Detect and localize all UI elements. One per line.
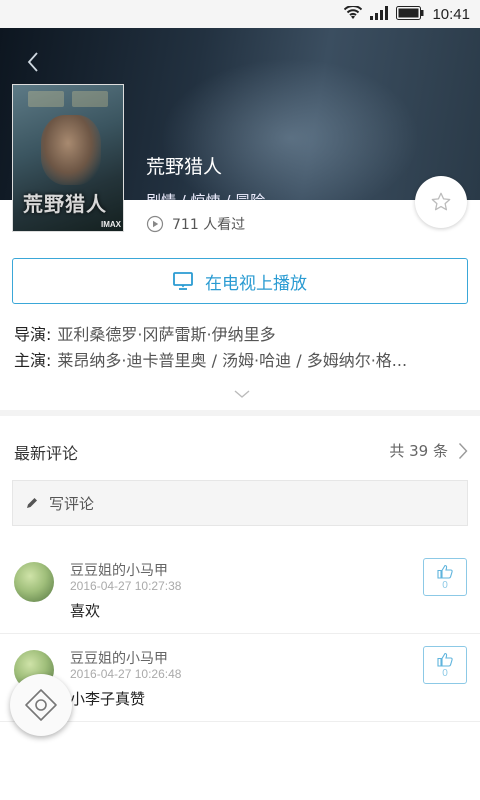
expand-credits-button[interactable] (234, 384, 250, 403)
director-row: 导演: 亚利桑德罗·冈萨雷斯·伊纳里多 (14, 322, 469, 348)
comment-item: 豆豆姐的小马甲 2016-04-27 10:26:48 小李子真赞 0 (0, 634, 480, 722)
award-badge (72, 91, 108, 107)
poster-brand: IMAX (101, 220, 121, 229)
poster-award-badges (13, 91, 123, 107)
comment-date: 2016-04-27 10:26:48 (70, 667, 182, 681)
comments-title: 最新评论 (14, 444, 79, 463)
favorite-button[interactable] (415, 176, 467, 228)
comment-user[interactable]: 豆豆姐的小马甲 (70, 648, 168, 668)
star-icon (431, 192, 451, 211)
comments-count: 共 39 条 (389, 442, 448, 460)
like-button[interactable]: 0 (423, 646, 467, 684)
poster-face (41, 115, 101, 185)
watch-count: 711 人看过 (172, 217, 246, 233)
write-comment-label: 写评论 (49, 494, 95, 513)
director-name: 亚利桑德罗·冈萨雷斯·伊纳里多 (57, 325, 276, 344)
movie-title: 荒野猎人 (146, 156, 223, 178)
play-on-tv-label: 在电视上播放 (205, 273, 307, 294)
credits-section: 导演: 亚利桑德罗·冈萨雷斯·伊纳里多 主演: 莱昂纳多·迪卡普里奥 / 汤姆·哈迪… (14, 322, 469, 374)
cast-row: 主演: 莱昂纳多·迪卡普里奥 / 汤姆·哈迪 / 多姆纳尔·格... (14, 348, 469, 374)
all-comments-link[interactable]: 共 39 条 (389, 440, 468, 461)
status-time: 10:41 (432, 5, 470, 23)
battery-icon (396, 5, 424, 24)
wifi-icon (344, 4, 363, 24)
like-count: 0 (442, 667, 448, 679)
comment-text: 小李子真赞 (70, 690, 146, 708)
cast-label: 主演: (14, 351, 52, 370)
status-bar: 10:41 (0, 0, 480, 28)
comment-user[interactable]: 豆豆姐的小马甲 (70, 560, 168, 580)
pencil-icon (27, 498, 37, 508)
remote-dpad-icon (25, 689, 57, 721)
comment-date: 2016-04-27 10:27:38 (70, 579, 182, 593)
chevron-down-icon (234, 390, 250, 398)
award-badge (28, 91, 64, 107)
director-label: 导演: (14, 325, 52, 344)
movie-genres: 剧情 / 惊悚 / 冒险 (146, 190, 265, 200)
play-on-tv-button[interactable]: 在电视上播放 (12, 258, 468, 304)
avatar[interactable] (14, 562, 54, 602)
tv-icon (173, 272, 193, 290)
poster-title: 荒野猎人 (23, 192, 107, 216)
like-button[interactable]: 0 (423, 558, 467, 596)
comment-text: 喜欢 (70, 602, 101, 620)
watch-count-row: 711 人看过 (146, 214, 245, 234)
section-divider (0, 410, 480, 416)
thumbs-up-icon (437, 652, 453, 667)
play-circle-icon (146, 215, 164, 233)
thumbs-up-icon (437, 564, 453, 579)
comment-divider (0, 721, 480, 722)
chevron-right-icon (458, 442, 468, 459)
movie-poster: 荒野猎人 IMAX (12, 84, 124, 232)
back-button[interactable] (22, 50, 46, 74)
write-comment-button[interactable]: 写评论 (12, 480, 468, 526)
like-count: 0 (442, 579, 448, 591)
chevron-left-icon (27, 52, 38, 72)
remote-control-button[interactable] (10, 674, 72, 736)
cast-names: 莱昂纳多·迪卡普里奥 / 汤姆·哈迪 / 多姆纳尔·格... (57, 351, 408, 370)
signal-icon (370, 5, 389, 24)
comment-item: 豆豆姐的小马甲 2016-04-27 10:27:38 喜欢 0 (0, 546, 480, 634)
